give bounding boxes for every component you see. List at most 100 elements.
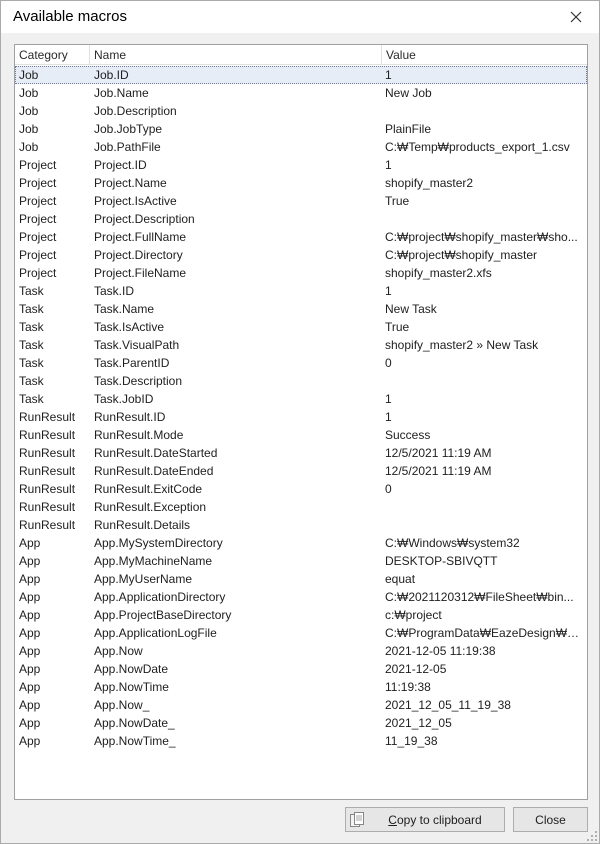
cell-name: App.NowTime (94, 680, 169, 694)
table-row[interactable]: Project Project.Name shopify_master2 (15, 174, 587, 192)
copy-to-clipboard-button[interactable]: Copy to clipboard (345, 807, 505, 832)
window-title: Available macros (13, 8, 127, 25)
cell-category: App (19, 680, 41, 694)
list-rows: Job Job.ID 1 Job Job.Name New Job Job Job.Descr… (15, 66, 587, 750)
cell-name: RunResult.ExitCode (94, 482, 203, 496)
cell-name: App.ApplicationLogFile (94, 626, 217, 640)
cell-value: New Task (385, 302, 437, 316)
cell-value: c:₩project (385, 608, 442, 622)
close-button[interactable]: Close (513, 807, 588, 832)
table-row[interactable]: App App.NowTime 11:19:38 (15, 678, 587, 696)
cell-name: RunResult.Exception (94, 500, 207, 514)
table-row[interactable]: Job Job.PathFile C:₩Temp₩products_export_1… (15, 138, 587, 156)
cell-name: Task.IsActive (94, 320, 165, 334)
table-row[interactable]: Job Job.Name New Job (15, 84, 587, 102)
table-row[interactable]: Project Project.FileName shopify_master2.x… (15, 264, 587, 282)
cell-value: 1 (385, 284, 392, 298)
table-row[interactable]: App App.Now_ 2021_12_05_11_19_38 (15, 696, 587, 714)
table-row[interactable]: Task Task.ID 1 (15, 282, 587, 300)
table-row[interactable]: App App.NowDate_ 2021_12_05 (15, 714, 587, 732)
table-row[interactable]: Project Project.ID 1 (15, 156, 587, 174)
cell-name: Task.ParentID (94, 356, 170, 370)
cell-category: Job (19, 86, 39, 100)
table-row[interactable]: Job Job.JobType PlainFile (15, 120, 587, 138)
cell-value: C:₩project₩shopify_master (385, 248, 538, 262)
table-row[interactable]: RunResult RunResult.Mode Success (15, 426, 587, 444)
column-header-name[interactable]: Name (90, 45, 382, 65)
cell-name: RunResult.DateStarted (94, 446, 218, 460)
cell-category: Task (19, 338, 44, 352)
table-row[interactable]: App App.MyUserName equat (15, 570, 587, 588)
table-row[interactable]: Job Job.ID 1 (15, 66, 587, 84)
cell-name: App.ProjectBaseDirectory (94, 608, 232, 622)
table-row[interactable]: Project Project.Directory C:₩project₩shopi… (15, 246, 587, 264)
resize-grip-icon[interactable] (587, 831, 597, 841)
cell-category: Task (19, 374, 44, 388)
table-row[interactable]: RunResult RunResult.Details (15, 516, 587, 534)
cell-value: 1 (385, 410, 392, 424)
cell-value: C:₩ProgramData₩EazeDesign₩Fil... (385, 626, 580, 640)
table-row[interactable]: Task Task.IsActive True (15, 318, 587, 336)
close-window-button[interactable] (553, 1, 599, 33)
cell-category: App (19, 716, 41, 730)
clipboard-icon (350, 812, 364, 827)
table-row[interactable]: RunResult RunResult.Exception (15, 498, 587, 516)
cell-name: App.MySystemDirectory (94, 536, 223, 550)
table-row[interactable]: Task Task.Description (15, 372, 587, 390)
column-header-category[interactable]: Category (15, 45, 90, 65)
cell-category: RunResult (19, 518, 76, 532)
cell-value: 11_19_38 (385, 734, 438, 748)
table-row[interactable]: RunResult RunResult.DateEnded 12/5/2021 11… (15, 462, 587, 480)
cell-value (385, 210, 580, 228)
close-icon (570, 11, 582, 23)
list-header: Category Name Value (15, 45, 587, 65)
cell-category: App (19, 644, 41, 658)
table-row[interactable]: App App.MyMachineName DESKTOP-SBIVQTT (15, 552, 587, 570)
cell-name: Task.Description (94, 374, 183, 388)
cell-category: Task (19, 320, 44, 334)
table-row[interactable]: Project Project.FullName C:₩project₩shopif… (15, 228, 587, 246)
cell-name: RunResult.ID (94, 410, 166, 424)
cell-value: C:₩Temp₩products_export_1.csv (385, 140, 570, 154)
cell-value: 2021-12-05 11:19:38 (385, 644, 496, 658)
cell-name: Task.JobID (94, 392, 154, 406)
cell-value: shopify_master2.xfs (385, 266, 492, 280)
cell-name: App.NowDate (94, 662, 169, 676)
table-row[interactable]: App App.ProjectBaseDirectory c:₩project (15, 606, 587, 624)
cell-category: App (19, 608, 41, 622)
cell-value: 11:19:38 (385, 680, 431, 694)
cell-category: Project (19, 248, 57, 262)
table-row[interactable]: Job Job.Description (15, 102, 587, 120)
cell-category: App (19, 698, 41, 712)
table-row[interactable]: App App.ApplicationLogFile C:₩ProgramData₩… (15, 624, 587, 642)
table-row[interactable]: RunResult RunResult.ID 1 (15, 408, 587, 426)
table-row[interactable]: App App.NowDate 2021-12-05 (15, 660, 587, 678)
cell-category: Job (19, 104, 39, 118)
cell-value: 1 (385, 392, 392, 406)
cell-name: Job.Description (94, 104, 177, 118)
table-row[interactable]: Project Project.Description (15, 210, 587, 228)
cell-category: RunResult (19, 410, 76, 424)
cell-name: Project.FullName (94, 230, 187, 244)
cell-name: App.NowTime_ (94, 734, 176, 748)
table-row[interactable]: App App.MySystemDirectory C:₩Windows₩syste… (15, 534, 587, 552)
table-row[interactable]: Task Task.ParentID 0 (15, 354, 587, 372)
cell-name: App.NowDate_ (94, 716, 175, 730)
table-row[interactable]: Project Project.IsActive True (15, 192, 587, 210)
table-row[interactable]: App App.NowTime_ 11_19_38 (15, 732, 587, 750)
macros-list[interactable]: Category Name Value Job Job.ID 1 Job Job.Nam… (14, 44, 588, 800)
table-row[interactable]: RunResult RunResult.DateStarted 12/5/2021 … (15, 444, 587, 462)
cell-name: App.Now_ (94, 698, 150, 712)
cell-category: Job (19, 68, 39, 82)
table-row[interactable]: App App.ApplicationDirectory C:₩2021120312… (15, 588, 587, 606)
table-row[interactable]: Task Task.Name New Task (15, 300, 587, 318)
table-row[interactable]: App App.Now 2021-12-05 11:19:38 (15, 642, 587, 660)
cell-category: Project (19, 266, 57, 280)
table-row[interactable]: RunResult RunResult.ExitCode 0 (15, 480, 587, 498)
cell-category: Job (19, 140, 39, 154)
cell-value (385, 498, 580, 516)
table-row[interactable]: Task Task.JobID 1 (15, 390, 587, 408)
column-header-value[interactable]: Value (382, 45, 587, 65)
cell-category: App (19, 536, 41, 550)
table-row[interactable]: Task Task.VisualPath shopify_master2 » New… (15, 336, 587, 354)
